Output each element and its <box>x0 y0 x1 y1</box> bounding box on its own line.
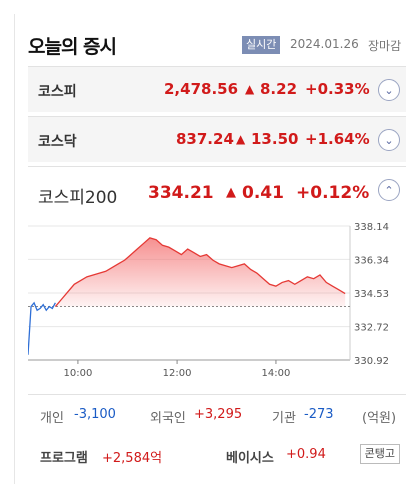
market-date: 2024.01.26 <box>290 37 359 51</box>
up-arrow-icon: ▲ <box>226 185 236 200</box>
page-title: 오늘의 증시 <box>28 36 117 58</box>
basis-label: 베이시스 <box>226 451 274 466</box>
chart-svg: 338.14 336.34 334.53 332.72 330.92 10:00 12:00… <box>27 222 389 379</box>
index-name: 코스피200 <box>38 188 118 208</box>
market-status: 장마감 <box>368 39 402 53</box>
investor-summary: 개인 -3,100 외국인 +3,295 기관 -273 (억원) <box>28 394 406 430</box>
widget-header: 오늘의 증시 실시간 2024.01.26 장마감 <box>28 30 420 60</box>
foreign-value: +3,295 <box>194 407 243 422</box>
y-tick-label: 336.34 <box>354 255 389 266</box>
index-value: 2,478.56 <box>164 80 239 98</box>
index-change: 8.22 <box>260 80 298 98</box>
foreign-label: 외국인 <box>150 411 186 426</box>
index-percent: +0.12% <box>296 183 370 203</box>
index-change: 13.50 <box>251 130 299 148</box>
index-row-kosdaq[interactable]: 코스닥 837.24 ▲ 13.50 +1.64% ⌄ <box>28 116 406 162</box>
y-tick-label: 338.14 <box>354 222 389 233</box>
index-row-kospi200[interactable]: 코스피200 334.21 ▲ 0.41 +0.12% ⌃ <box>28 166 406 212</box>
x-tick-label: 14:00 <box>262 368 291 379</box>
index-name: 코스닥 <box>38 134 77 150</box>
index-value: 837.24 <box>176 130 234 148</box>
institution-label: 기관 <box>272 411 296 426</box>
index-row-kospi[interactable]: 코스피 2,478.56 ▲ 8.22 +0.33% ⌄ <box>28 66 406 112</box>
index-value: 334.21 <box>148 183 214 203</box>
basis-value: +0.94 <box>286 447 326 462</box>
unit-label: (억원) <box>362 411 397 426</box>
y-tick-label: 330.92 <box>354 356 389 367</box>
individual-value: -3,100 <box>74 407 116 422</box>
y-tick-label: 334.53 <box>354 289 389 300</box>
area-fill <box>55 237 346 307</box>
chevron-down-icon[interactable]: ⌄ <box>378 129 400 151</box>
index-percent: +0.33% <box>305 80 370 98</box>
individual-label: 개인 <box>40 411 64 426</box>
intraday-chart: 338.14 336.34 334.53 332.72 330.92 10:00 12:00… <box>27 212 406 384</box>
contango-button[interactable]: 콘탱고 <box>359 444 400 464</box>
realtime-badge: 실시간 <box>242 36 281 54</box>
up-arrow-icon: ▲ <box>245 82 255 96</box>
up-arrow-icon: ▲ <box>236 132 246 146</box>
series-line-down <box>27 301 56 355</box>
y-tick-label: 332.72 <box>354 323 389 334</box>
divider <box>14 14 15 484</box>
chevron-up-icon[interactable]: ⌃ <box>378 179 400 201</box>
index-name: 코스피 <box>38 84 77 100</box>
x-tick-label: 12:00 <box>163 368 192 379</box>
chevron-down-icon[interactable]: ⌄ <box>378 79 400 101</box>
institution-value: -273 <box>304 407 334 422</box>
program-value: +2,584억 <box>102 451 163 466</box>
index-change: 0.41 <box>242 183 284 203</box>
program-label: 프로그램 <box>40 451 88 466</box>
x-tick-label: 10:00 <box>63 368 92 379</box>
program-summary: 프로그램 +2,584억 베이시스 +0.94 콘탱고 <box>28 440 406 470</box>
index-percent: +1.64% <box>305 130 370 148</box>
